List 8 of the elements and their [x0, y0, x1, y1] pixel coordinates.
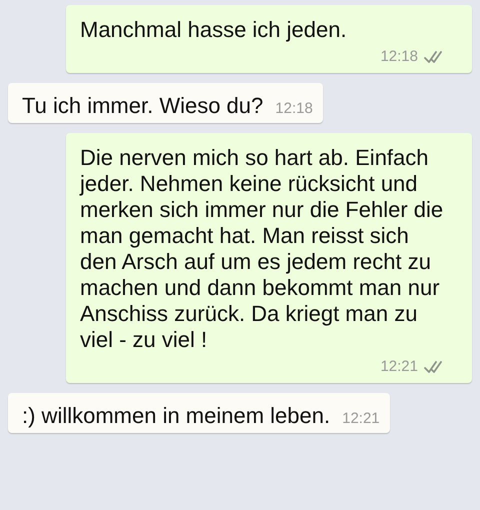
- message-time: 12:21: [380, 357, 418, 377]
- message-text: Manchmal hasse ich jeden.: [80, 17, 347, 42]
- message-time: 12:21: [342, 409, 380, 429]
- message-text: :) willkommen in meinem leben.: [22, 403, 330, 429]
- message-text: Die nerven mich so hart ab. Einfach jeder. Nehmen keine rücksicht und merken sich immer nur die Fehler die man gemacht hat. Man reisst sich den Arsch auf um es jedem recht zu machen und dann bekommt man nur Anschiss zurück. Da kriegt man zu viel - zu viel !: [80, 145, 444, 352]
- message-time: 12:18: [380, 47, 418, 67]
- message-time: 12:18: [275, 99, 313, 119]
- message-text: Tu ich immer. Wieso du?: [22, 93, 264, 119]
